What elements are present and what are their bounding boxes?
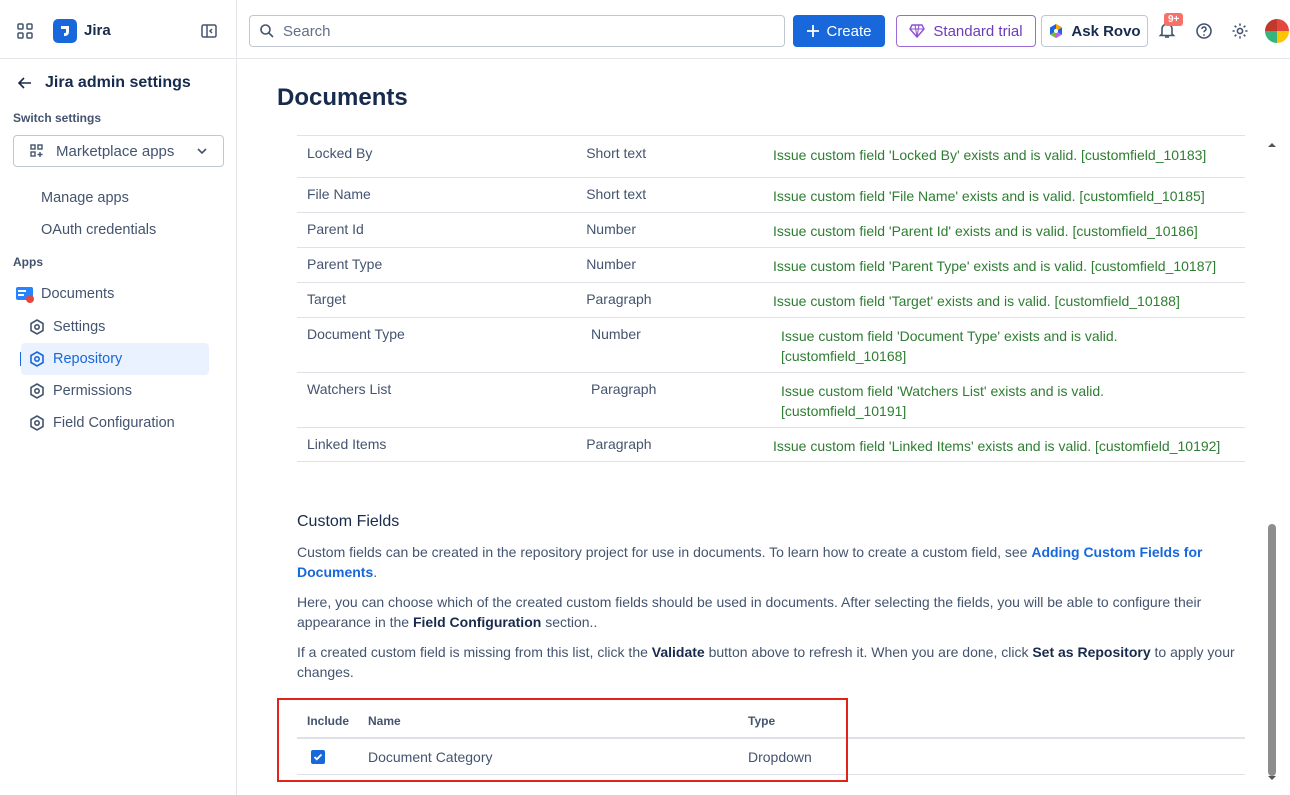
field-status: Issue custom field 'Watchers List' exist…	[781, 383, 1105, 419]
ask-rovo-button[interactable]: Ask Rovo	[1041, 15, 1148, 47]
create-button[interactable]: Create	[793, 15, 885, 47]
field-type: Short text	[586, 186, 647, 202]
field-status: Issue custom field 'Linked Items' exists…	[772, 438, 1221, 454]
sidebar-item-label: Settings	[53, 319, 106, 335]
sidebar-header: Jira	[0, 0, 236, 59]
field-status: Issue custom field 'Parent Id' exists an…	[772, 223, 1198, 239]
plus-icon	[807, 25, 820, 37]
sidebar-collapse-icon[interactable]	[200, 22, 218, 40]
app-switcher-icon[interactable]	[16, 22, 34, 40]
validate-text: If a created custom field is missing fro…	[297, 644, 652, 660]
search-input[interactable]: Search	[249, 15, 785, 47]
switch-settings-value: Marketplace apps	[56, 142, 175, 160]
apps-label: Apps	[13, 255, 43, 269]
custom-fields-validate-info: If a created custom field is missing fro…	[297, 642, 1252, 682]
field-type: Number	[586, 221, 636, 237]
search-icon	[260, 24, 274, 38]
validate-ref: Validate	[651, 644, 705, 660]
table-row: Parent Id Number Issue custom field 'Par…	[297, 212, 1245, 247]
sidebar-item-field-configuration[interactable]: Field Configuration	[21, 407, 209, 439]
highlight-box	[277, 698, 848, 782]
field-type: Number	[586, 256, 636, 272]
rovo-icon	[1050, 24, 1063, 38]
sidebar-item-label: Repository	[53, 351, 123, 367]
arrow-left-icon	[17, 77, 31, 89]
sidebar-item-repository[interactable]: Repository	[21, 343, 209, 375]
sidebar-title: Jira admin settings	[45, 74, 191, 91]
sidebar-item-oauth-credentials[interactable]: OAuth credentials	[41, 222, 156, 238]
field-name: Locked By	[307, 145, 373, 161]
field-status: Issue custom field 'Locked By' exists an…	[772, 147, 1207, 163]
custom-fields-intro: Custom fields can be created in the repo…	[297, 542, 1252, 582]
table-row: Document Type Number Issue custom field …	[297, 317, 1245, 372]
table-row: Parent Type Number Issue custom field 'P…	[297, 247, 1245, 282]
field-name: File Name	[307, 186, 371, 202]
hexagon-settings-icon	[30, 319, 44, 335]
field-type: Number	[591, 326, 641, 342]
sidebar-item-manage-apps[interactable]: Manage apps	[41, 190, 129, 206]
table-row: Watchers List Paragraph Issue custom fie…	[297, 372, 1245, 427]
documents-app-icon	[16, 287, 34, 303]
field-status: Issue custom field 'Parent Type' exists …	[772, 258, 1217, 274]
set-as-repository-ref: Set as Repository	[1032, 644, 1151, 660]
custom-fields-heading: Custom Fields	[297, 513, 400, 530]
table-row: Target Paragraph Issue custom field 'Tar…	[297, 282, 1245, 317]
main-content: Documents Locked By Short text Issue cus…	[237, 59, 1290, 795]
scrollbar-thumb[interactable]	[1268, 524, 1276, 776]
validate-mid: button above to refresh it. When you are…	[704, 644, 1033, 660]
intro-text: Custom fields can be created in the repo…	[297, 544, 1032, 560]
field-name: Document Type	[307, 326, 405, 342]
custom-fields-selection-info: Here, you can choose which of the create…	[297, 592, 1252, 632]
notifications-badge: 9+	[1164, 13, 1184, 26]
selection-end: section..	[541, 614, 598, 630]
field-status: Issue custom field 'Document Type' exist…	[781, 328, 1118, 364]
field-name: Parent Type	[307, 256, 383, 272]
sidebar-item-label: Permissions	[53, 383, 132, 399]
field-status: Issue custom field 'File Name' exists an…	[772, 188, 1205, 204]
field-type: Paragraph	[586, 436, 652, 452]
sidebar-item-label: Field Configuration	[53, 415, 175, 431]
field-name: Linked Items	[307, 436, 387, 452]
sidebar-item-permissions[interactable]: Permissions	[21, 375, 209, 407]
rovo-label: Ask Rovo	[1071, 22, 1141, 40]
field-name: Watchers List	[307, 381, 392, 397]
trial-label: Standard trial	[933, 22, 1023, 40]
sidebar-item-documents[interactable]: Documents	[15, 284, 114, 304]
intro-end: .	[373, 564, 378, 580]
back-to-admin-settings[interactable]: Jira admin settings	[17, 74, 191, 92]
settings-gear-icon[interactable]	[1231, 22, 1249, 40]
hexagon-settings-icon	[30, 415, 44, 431]
create-label: Create	[826, 22, 872, 40]
table-row: File Name Short text Issue custom field …	[297, 177, 1245, 212]
sidebar-item-settings[interactable]: Settings	[21, 311, 209, 343]
sidebar: Jira Jira admin settings Switch settings…	[0, 0, 237, 795]
diamond-icon	[909, 24, 926, 39]
field-name: Target	[307, 291, 346, 307]
field-type: Short text	[586, 145, 647, 161]
switch-settings-label: Switch settings	[13, 111, 102, 125]
standard-trial-button[interactable]: Standard trial	[896, 15, 1036, 47]
field-configuration-ref: Field Configuration	[412, 614, 542, 630]
sidebar-app-label: Documents	[41, 286, 115, 302]
user-avatar[interactable]	[1265, 19, 1289, 43]
field-name: Parent Id	[307, 221, 364, 237]
hexagon-settings-icon	[30, 351, 44, 367]
field-status: Issue custom field 'Target' exists and i…	[772, 293, 1180, 309]
field-type: Paragraph	[591, 381, 657, 397]
table-row: Locked By Short text Issue custom field …	[297, 135, 1245, 177]
field-type: Paragraph	[586, 291, 652, 307]
page-title: Documents	[277, 84, 408, 111]
search-placeholder: Search	[283, 23, 331, 40]
hexagon-settings-icon	[30, 383, 44, 399]
switch-settings-select[interactable]: Marketplace apps	[13, 135, 224, 167]
chevron-down-icon	[197, 148, 207, 155]
jira-logo-icon[interactable]	[53, 19, 77, 43]
repository-fields-table: Locked By Short text Issue custom field …	[297, 135, 1245, 462]
app-name[interactable]: Jira	[84, 22, 111, 39]
help-icon[interactable]	[1195, 22, 1213, 40]
apps-grid-icon	[30, 144, 43, 157]
table-row: Linked Items Paragraph Issue custom fiel…	[297, 427, 1245, 462]
